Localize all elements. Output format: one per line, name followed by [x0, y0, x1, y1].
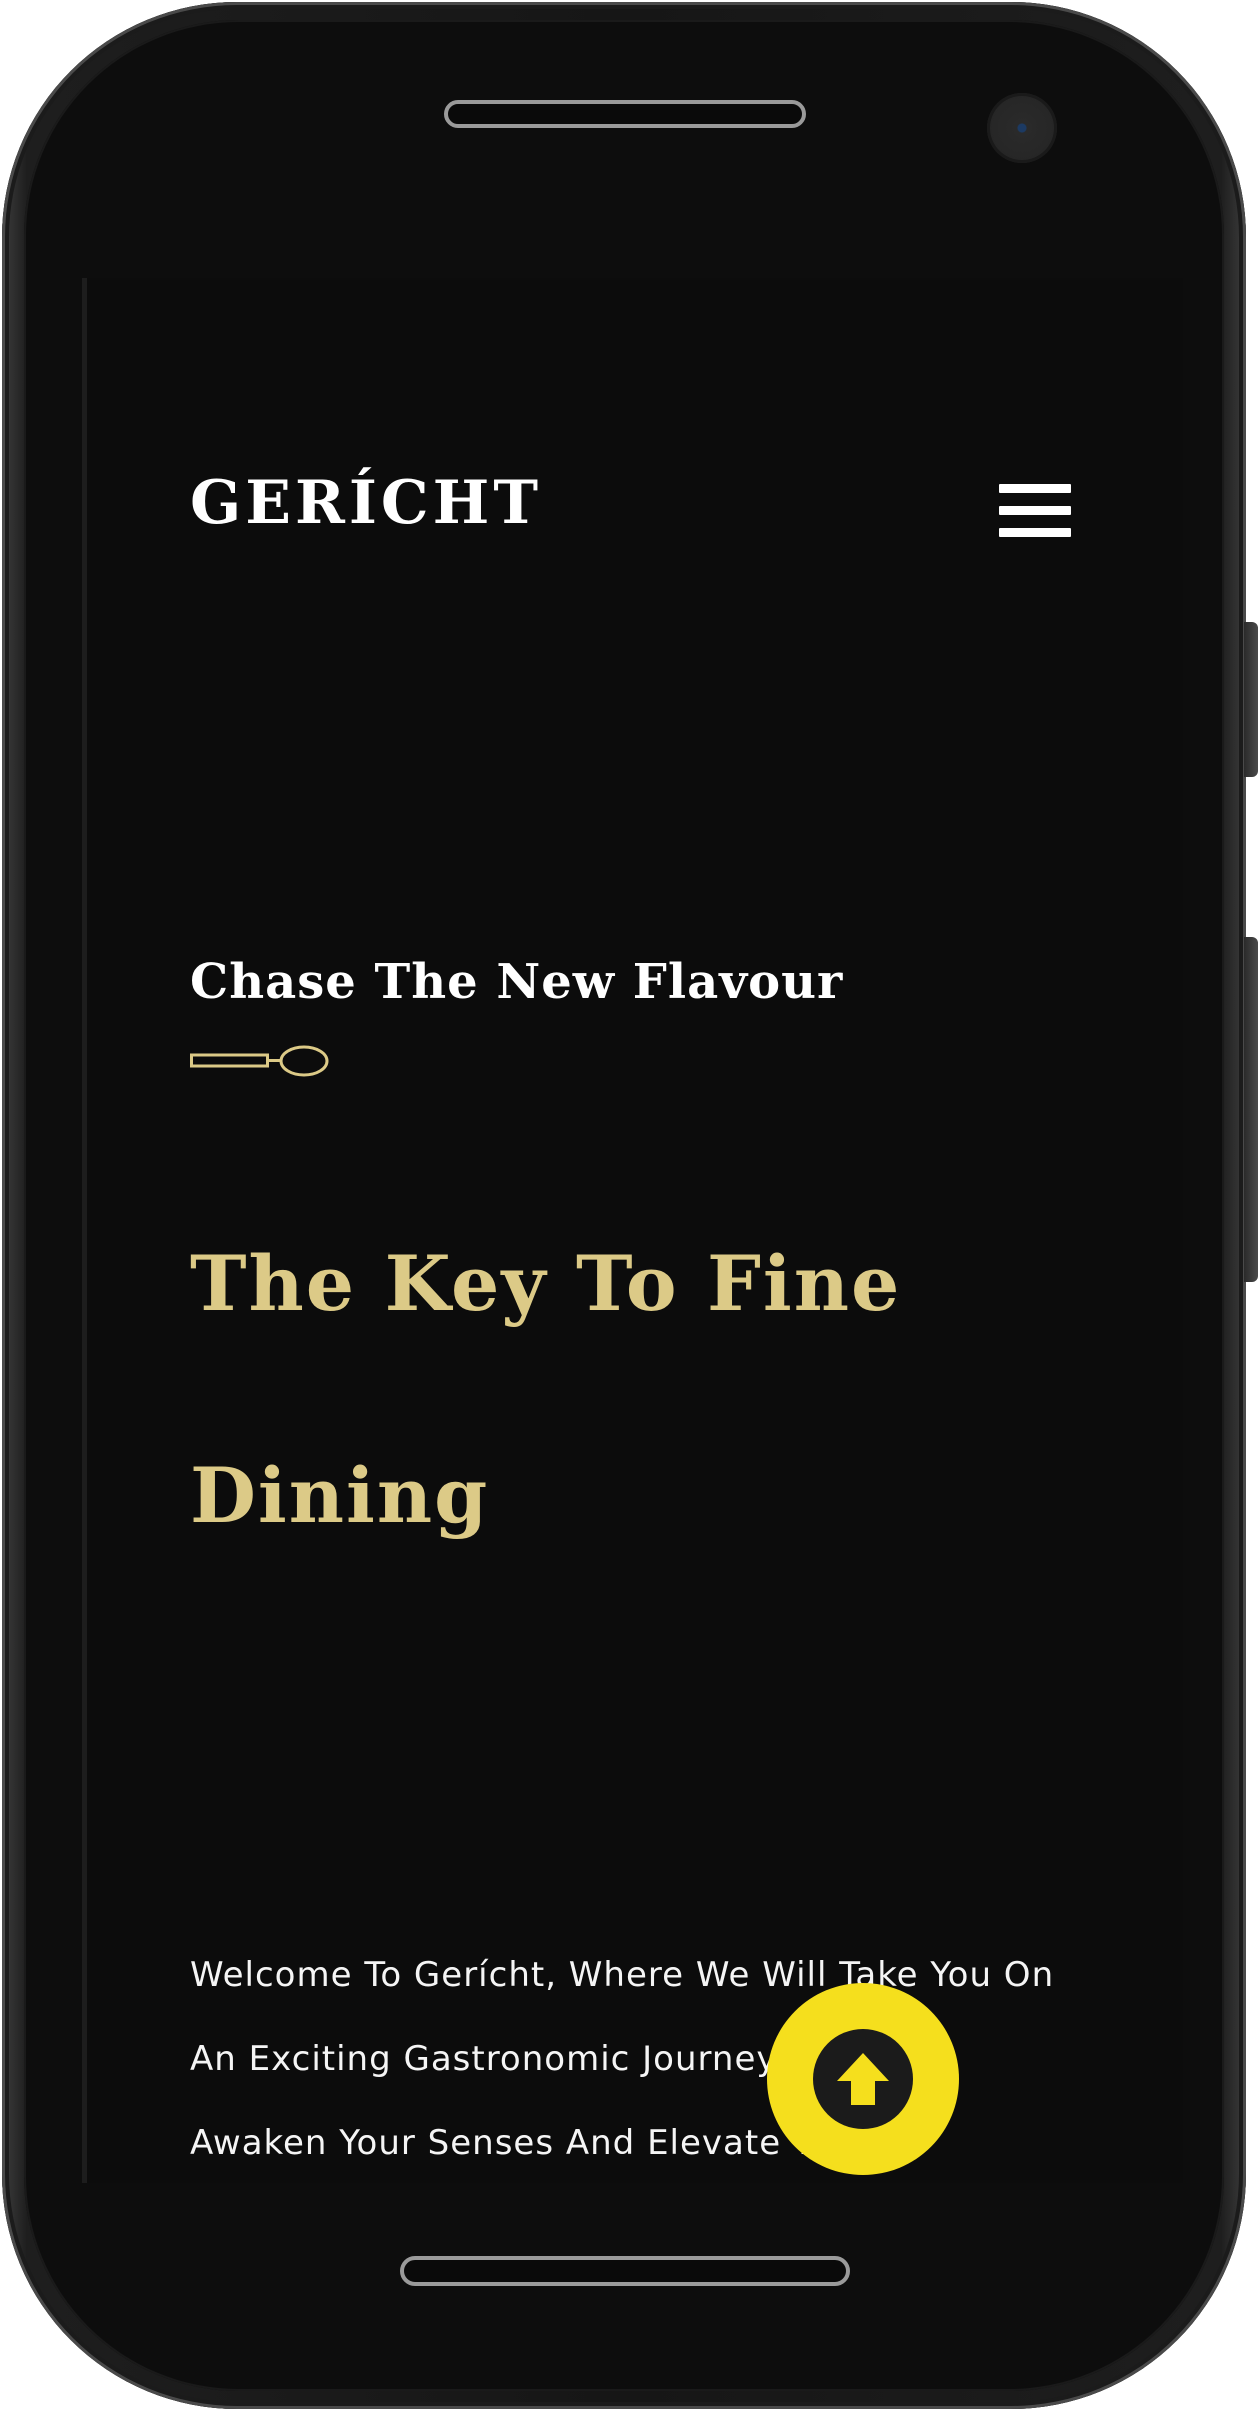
hero-subtitle: Chase The New Flavour [190, 954, 844, 1010]
power-button [1244, 937, 1258, 1282]
hero-title: The Key To Fine Dining [190, 1239, 902, 1540]
home-bar [400, 2256, 850, 2286]
earpiece-speaker [444, 100, 806, 128]
menu-bar [999, 506, 1071, 515]
app-screen: GERÍCHT Chase The New Flavour The Key To… [82, 278, 1183, 2183]
menu-bar [999, 528, 1071, 537]
arrow-up-icon [837, 2053, 889, 2105]
volume-button [1244, 622, 1258, 777]
scroll-to-top-inner [813, 2029, 913, 2129]
hamburger-menu-icon[interactable] [999, 484, 1071, 538]
menu-bar [999, 484, 1071, 493]
brand-logo[interactable]: GERÍCHT [190, 473, 542, 533]
spoon-icon [190, 1045, 329, 1077]
navbar: GERÍCHT [87, 278, 1183, 537]
front-camera [987, 93, 1057, 163]
scroll-to-top-button[interactable] [767, 1983, 959, 2175]
